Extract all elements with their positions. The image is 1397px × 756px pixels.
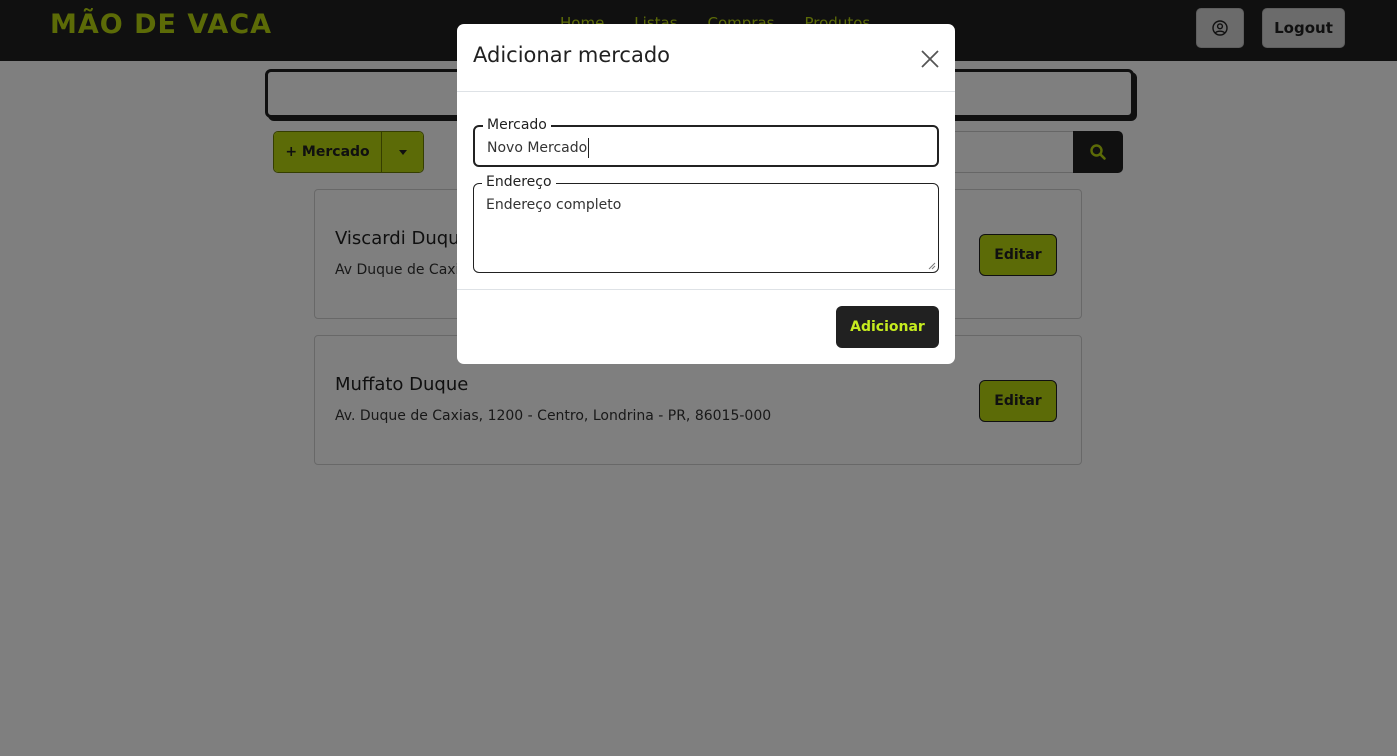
add-market-submit-button[interactable]: Adicionar [836, 306, 939, 348]
add-market-modal: Adicionar mercado Mercado Novo Mercado E… [457, 24, 955, 364]
modal-header: Adicionar mercado [457, 24, 955, 92]
address-label: Endereço [482, 174, 556, 190]
address-field[interactable]: Endereço Endereço completo [473, 174, 939, 273]
modal-title: Adicionar mercado [473, 43, 671, 67]
market-name-field[interactable]: Mercado Novo Mercado [473, 117, 939, 167]
resize-handle-icon[interactable] [928, 262, 936, 270]
modal-close-button[interactable] [917, 46, 943, 72]
close-icon [921, 50, 939, 68]
market-name-label: Mercado [483, 117, 551, 133]
modal-footer: Adicionar [457, 289, 955, 364]
market-name-value: Novo Mercado [487, 140, 588, 156]
address-placeholder: Endereço completo [486, 197, 622, 213]
text-cursor [588, 138, 590, 158]
